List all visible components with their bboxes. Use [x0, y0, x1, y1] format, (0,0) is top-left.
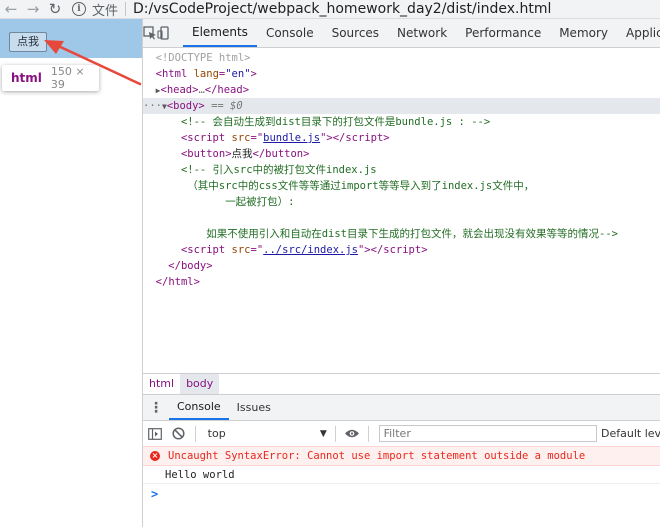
drawer-tab-console[interactable]: Console — [169, 395, 229, 420]
body-close-tag: body — [180, 260, 207, 272]
comment-text: 一起被打包）: — [225, 196, 295, 208]
html-close-tag: html — [168, 276, 194, 288]
tab-sources[interactable]: Sources — [323, 19, 388, 47]
elements-breadcrumb: html body — [143, 373, 660, 395]
comment-text: <!-- 会自动生成到dist目录下的打包文件是bundle.js : --> — [180, 116, 491, 128]
error-message-text: Uncaught SyntaxError: Cannot use import … — [168, 450, 586, 462]
script-tag-name: script — [187, 244, 226, 256]
devtools-panel: Elements Console Sources Network Perform… — [142, 19, 660, 527]
console-error-message[interactable]: × Uncaught SyntaxError: Cannot use import… — [143, 446, 660, 466]
elements-dom-tree: <!DOCTYPE html> <html lang="en"> ▶<head>… — [143, 48, 660, 374]
address-url[interactable]: D:/vsCodeProject/webpack_homework_day2/d… — [133, 1, 551, 17]
comment-text: （其中src中的css文件等等通过import等等导入到了index.js文件中… — [187, 180, 535, 192]
eye-icon[interactable] — [340, 428, 364, 439]
toolbar-divider — [367, 425, 369, 442]
address-separator — [125, 2, 127, 16]
script-src-attr: src — [231, 132, 251, 144]
html-tag-name: html — [161, 68, 188, 80]
script-src-link[interactable]: ../src/index.js — [263, 244, 358, 256]
log-levels-dropdown[interactable]: Default lev — [601, 427, 660, 440]
script-src-link[interactable]: bundle.js — [263, 132, 320, 144]
button-text-node: 点我 — [231, 148, 253, 160]
address-scheme-label: 文件 — [92, 3, 119, 19]
dom-node-head[interactable]: ▶<head>…</head> — [143, 82, 660, 98]
dom-node-comment[interactable]: <!-- 会自动生成到dist目录下的打包文件是bundle.js : --> — [143, 114, 660, 130]
dom-node-script[interactable]: <script src="../src/index.js"></script> — [143, 242, 660, 258]
browser-address-bar: ← → ↻ i 文件 D:/vsCodeProject/webpack_home… — [0, 0, 660, 19]
console-prompt-icon[interactable]: > — [151, 487, 158, 501]
dom-node-button[interactable]: <button>点我</button> — [143, 146, 660, 162]
devtools-tab-bar: Elements Console Sources Network Perform… — [143, 19, 660, 48]
more-dots-icon[interactable]: ··· — [143, 100, 162, 112]
console-log-message[interactable]: Hello world — [143, 466, 660, 484]
dom-node-comment[interactable]: <!-- 引入src中的被打包文件index.js — [143, 162, 660, 178]
console-filter-input[interactable] — [378, 425, 598, 442]
tab-application[interactable]: Applica — [617, 19, 660, 47]
log-message-text: Hello world — [165, 468, 235, 481]
comment-text: <!-- 引入src中的被打包文件index.js — [180, 164, 377, 176]
body-tag-name: body — [173, 100, 199, 112]
tab-performance[interactable]: Performance — [456, 19, 550, 47]
selected-node-marker: == $0 — [204, 100, 243, 112]
tooltip-tag-name: html — [11, 71, 42, 85]
arrow-left-icon[interactable]: ← — [0, 1, 22, 17]
dom-node-comment-continuation: 如果不使用引入和自动在dist目录下生成的打包文件，就会出现没有效果等等的情况-… — [143, 226, 660, 242]
tab-memory[interactable]: Memory — [550, 19, 617, 47]
dom-node-html[interactable]: <html lang="en"> — [143, 66, 660, 82]
dom-node-body-close[interactable]: </body> — [143, 258, 660, 274]
script-tag-name: script — [187, 132, 226, 144]
dropdown-caret-icon: ▼ — [319, 428, 327, 439]
dom-node-html-close[interactable]: </html> — [143, 274, 660, 290]
html-attr-value: "en" — [225, 68, 251, 80]
breadcrumb-item-body[interactable]: body — [180, 374, 220, 394]
toolbar-divider — [194, 425, 196, 442]
button-tag-name: button — [187, 148, 226, 160]
breadcrumb-item-html[interactable]: html — [143, 374, 180, 394]
script-src-attr: src — [231, 244, 251, 256]
dom-node-doctype[interactable]: <!DOCTYPE html> — [143, 50, 660, 66]
context-selector[interactable]: top ▼ — [204, 425, 331, 443]
clear-console-icon[interactable] — [167, 427, 191, 440]
tab-network[interactable]: Network — [388, 19, 456, 47]
sidebar-toggle-icon[interactable] — [143, 427, 167, 440]
device-toolbar-icon[interactable] — [157, 19, 171, 47]
info-icon[interactable]: i — [72, 2, 86, 16]
dom-node-script[interactable]: <script src="bundle.js"></script> — [143, 130, 660, 146]
more-options-icon[interactable]: ⋮ — [143, 395, 169, 420]
drawer-tab-bar: ⋮ Console Issues — [143, 395, 660, 421]
head-tag-name: head — [166, 84, 193, 96]
console-messages: × Uncaught SyntaxError: Cannot use import… — [143, 446, 660, 527]
console-toolbar: top ▼ Default lev — [143, 421, 660, 447]
toolbar-divider — [334, 425, 336, 442]
context-selector-value: top — [207, 427, 226, 440]
doctype-text: <!DOCTYPE html> — [155, 52, 251, 64]
drawer-tab-issues[interactable]: Issues — [229, 395, 279, 420]
error-icon: × — [150, 451, 160, 461]
dom-node-comment-continuation: 一起被打包）: — [143, 194, 660, 210]
tab-console[interactable]: Console — [257, 19, 323, 47]
comment-text: 如果不使用引入和自动在dist目录下生成的打包文件，就会出现没有效果等等的情况-… — [206, 228, 618, 240]
arrow-right-icon[interactable]: → — [22, 1, 44, 17]
inspect-element-icon[interactable] — [143, 19, 157, 47]
dom-node-body[interactable]: ···▼<body> == $0 — [143, 98, 660, 114]
dom-node-comment-continuation: （其中src中的css文件等等通过import等等导入到了index.js文件中… — [143, 178, 660, 194]
annotation-arrow-icon — [44, 40, 142, 86]
tab-elements[interactable]: Elements — [183, 19, 257, 47]
html-attr-name: lang — [193, 68, 219, 80]
reload-icon[interactable]: ↻ — [44, 1, 66, 17]
page-viewport: 点我 html 150 × 39 — [0, 19, 142, 527]
